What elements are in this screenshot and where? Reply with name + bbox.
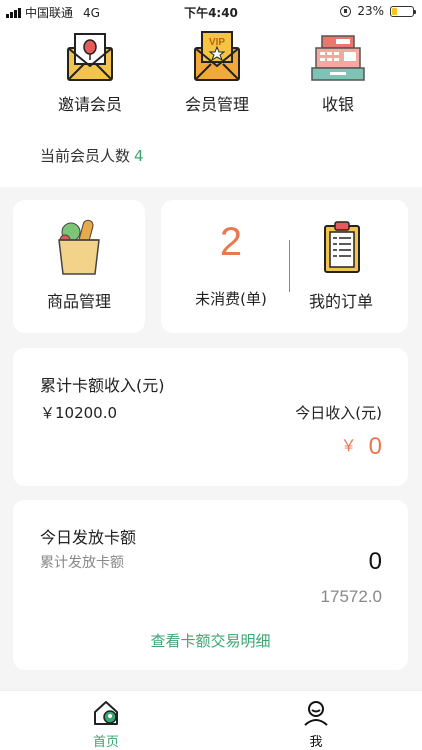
view-transaction-details-link[interactable]: 查看卡额交易明细 (13, 630, 408, 651)
unpaid-count[interactable]: 2 (191, 220, 271, 265)
nav-me-label: 我 (309, 735, 323, 750)
today-income-amount: 0 (368, 433, 382, 460)
goods-management-card[interactable]: 商品管理 (13, 200, 145, 333)
divider (289, 240, 290, 292)
currency-symbol: ￥ (340, 438, 357, 455)
member-count: 当前会员人数 4 (40, 145, 144, 166)
grocery-bag-icon (58, 219, 100, 275)
battery-fill (392, 7, 397, 15)
issued-total-value: 17572.0 (320, 587, 382, 606)
my-orders-label[interactable]: 我的订单 (301, 288, 381, 312)
nav-home-label: 首页 (92, 735, 119, 750)
cashier-label: 收银 (321, 95, 354, 114)
user-icon (304, 701, 328, 726)
member-count-value: 4 (134, 147, 144, 165)
rotation-lock-icon (340, 5, 352, 17)
status-bar: 中国联通 4G 下午4:40 23% (0, 0, 422, 22)
nav-me[interactable]: 我 (276, 699, 356, 750)
invitation-envelope-icon (67, 33, 113, 81)
bottom-nav: 首页 我 (0, 690, 422, 750)
issued-subtitle: 累计发放卡额 (40, 555, 124, 571)
top-area: 邀请会员 VIP 会员管理 收银 当前会员人数 4 (0, 22, 422, 187)
cashier-button[interactable]: 收银 (278, 22, 398, 115)
issued-title: 今日发放卡额 (40, 528, 137, 547)
income-total: ￥10200.0 (40, 404, 118, 422)
issued-card: 今日发放卡额 累计发放卡额 0 17572.0 查看卡额交易明细 (13, 500, 408, 670)
battery-percent: 23% (357, 4, 384, 18)
income-title: 累计卡额收入(元) (40, 376, 165, 395)
member-management-button[interactable]: VIP 会员管理 (157, 22, 277, 115)
cash-register-icon (311, 35, 365, 81)
status-right: 23% (340, 4, 416, 18)
battery-icon (390, 5, 416, 17)
goods-management-label: 商品管理 (46, 292, 111, 311)
invite-member-label: 邀请会员 (57, 95, 122, 114)
nav-home[interactable]: 首页 (66, 699, 146, 750)
clipboard-icon (324, 221, 360, 273)
member-count-label: 当前会员人数 (40, 147, 131, 165)
today-income-value: ￥ 0 (341, 432, 382, 461)
invite-member-button[interactable]: 邀请会员 (30, 22, 150, 115)
today-income-label: 今日收入(元) (295, 404, 382, 422)
vip-envelope-icon: VIP (194, 31, 240, 81)
orders-card: 2 未消费(单) 我的订单 (161, 200, 408, 333)
member-management-label: 会员管理 (184, 95, 249, 114)
unpaid-label[interactable]: 未消费(单) (185, 288, 277, 309)
issued-today-value: 0 (368, 548, 382, 575)
home-icon (94, 701, 118, 725)
income-card: 累计卡额收入(元) ￥10200.0 今日收入(元) ￥ 0 (13, 348, 408, 486)
